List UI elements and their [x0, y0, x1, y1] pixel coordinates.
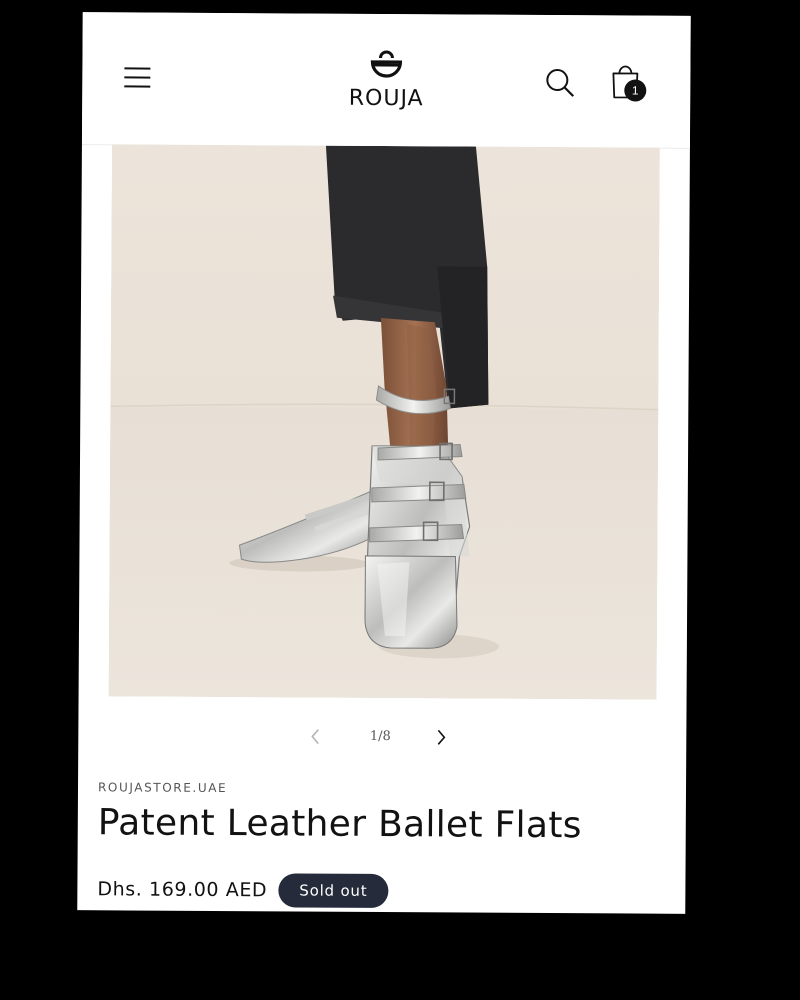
chevron-left-icon	[311, 729, 319, 745]
cart-count-badge: 1	[624, 79, 647, 102]
search-icon	[546, 69, 575, 97]
product-photo	[108, 144, 660, 700]
cart-button[interactable]: 1	[608, 61, 652, 105]
product-image[interactable]	[108, 144, 660, 700]
previous-slide-button[interactable]	[304, 726, 326, 748]
site-header: ROUJA 1	[81, 12, 691, 149]
next-slide-button[interactable]	[430, 726, 452, 748]
slide-counter: 1/8	[369, 728, 391, 745]
brand-name: ROUJA	[348, 85, 424, 112]
search-button[interactable]	[544, 67, 576, 99]
sold-out-badge: Sold out	[278, 873, 389, 909]
brand-logo[interactable]: ROUJA	[334, 48, 438, 119]
product-title: Patent Leather Ballet Flats	[97, 802, 582, 847]
product-price: Dhs. 169.00 AED	[97, 878, 268, 902]
bag-logo-icon	[370, 50, 403, 78]
chevron-right-icon	[437, 729, 446, 745]
product-page: ROUJA 1 1/8 ROUJASTORE.UAE Patent Leathe…	[77, 12, 691, 914]
menu-icon	[124, 67, 151, 88]
menu-button[interactable]	[122, 62, 152, 92]
slider-controls: 1/8	[78, 720, 686, 754]
product-vendor: ROUJASTORE.UAE	[97, 780, 228, 796]
